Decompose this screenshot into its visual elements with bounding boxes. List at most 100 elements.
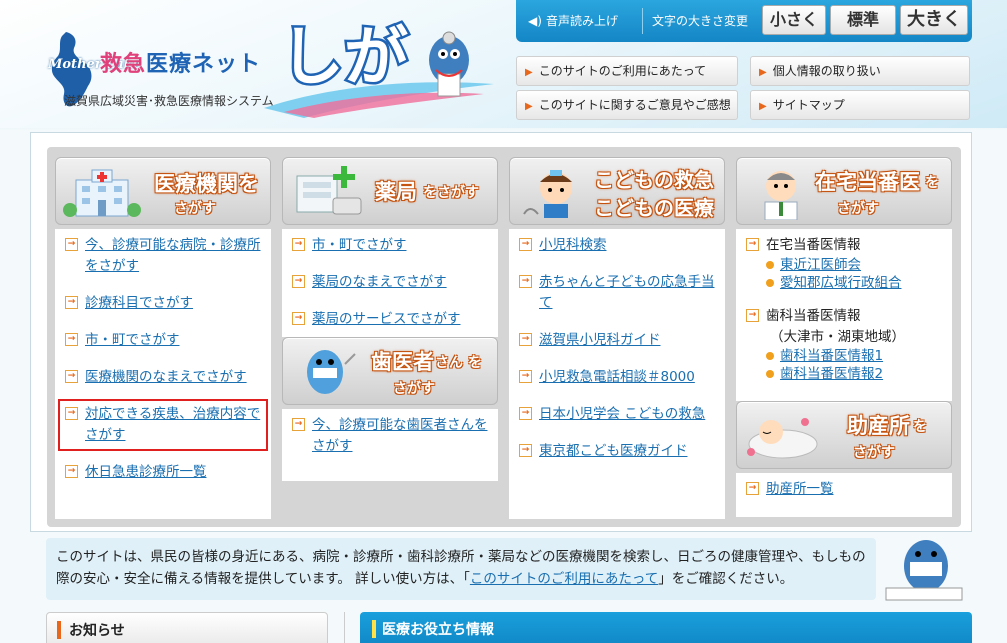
list-item: → 赤ちゃんと子どもの応急手当て xyxy=(517,272,717,314)
list-item: → 小児救急電話相談＃8000 xyxy=(517,367,717,388)
home-duty-title-suffix: を xyxy=(925,175,939,191)
hospital-search-header-button[interactable]: 医療機関を さがす xyxy=(55,157,271,225)
link-jps-child-emergency[interactable]: 日本小児学会 こどもの救急 xyxy=(539,406,705,422)
speak-label: 音声読み上げ xyxy=(546,14,619,28)
pharmacy-medicine-icon xyxy=(296,166,362,215)
speaker-icon: ◀) xyxy=(528,14,542,28)
child-fever-icon xyxy=(523,170,572,218)
arrow-right-icon: ▶ xyxy=(759,101,767,112)
arrow-right-icon: → xyxy=(292,312,305,325)
column-children: こどもの救急 こどもの医療 → 小児科検索 → 赤ちゃんと子どもの応急手当て → 滋賀… xyxy=(509,157,725,519)
dentist-title-sub: さがす xyxy=(393,381,435,397)
link-by-disease[interactable]: 対応できる疾患、治療内容でさがす xyxy=(85,406,260,443)
arrow-right-icon: → xyxy=(519,238,532,251)
list-item: → 今、診療可能な歯医者さんをさがす xyxy=(290,415,490,457)
list-item: 歯科当番医情報2 xyxy=(744,365,944,383)
site-name-part2: 医療ネット xyxy=(146,52,262,77)
site-logo[interactable]: Mother Lake 救急医療ネット しが しが 滋賀県広域災害･救急医療情報… xyxy=(44,8,494,120)
midwife-title-suffix: を xyxy=(913,419,927,435)
font-normal-button[interactable]: 標準 xyxy=(830,5,896,35)
dentist-search-header-button[interactable]: 歯医者 さん を さがす xyxy=(282,337,498,405)
link-dental-duty-1[interactable]: 歯科当番医情報1 xyxy=(780,348,883,364)
arrow-right-icon: → xyxy=(746,238,759,251)
midwife-link-list: → 助産所一覧 xyxy=(736,473,952,517)
list-item: → 市・町でさがす xyxy=(63,330,263,351)
speak-button[interactable]: ◀) 音声読み上げ xyxy=(528,12,618,29)
bullet-icon xyxy=(766,370,774,378)
link-by-name[interactable]: 医療機関のなまえでさがす xyxy=(85,369,247,385)
utility-divider xyxy=(642,8,643,34)
link-site-usage[interactable]: ▶ このサイトのご利用にあたって xyxy=(516,56,738,86)
list-item: → 助産所一覧 xyxy=(744,479,944,500)
link-echi-gun[interactable]: 愛知郡広域行政組合 xyxy=(780,275,902,291)
dentist-title: 歯医者 xyxy=(371,350,434,374)
utility-bar: ◀) 音声読み上げ 文字の大きさ変更 小さく 標準 大きく xyxy=(516,0,972,42)
site-name: 救急医療ネット xyxy=(100,46,261,78)
link-pharmacy-by-city[interactable]: 市・町でさがす xyxy=(312,237,407,253)
arrow-right-icon: → xyxy=(519,333,532,346)
link-pharmacy-by-name[interactable]: 薬局のなまえでさがす xyxy=(312,274,447,290)
font-large-button[interactable]: 大きく xyxy=(900,5,968,35)
link-feedback[interactable]: ▶ このサイトに関するご意見やご感想 xyxy=(516,90,738,120)
dentist-link-list: → 今、診療可能な歯医者さんをさがす xyxy=(282,409,498,481)
link-first-aid[interactable]: 赤ちゃんと子どもの応急手当て xyxy=(539,274,715,311)
pharmacy-title-suffix: をさがす xyxy=(423,185,479,201)
link-privacy[interactable]: ▶ 個人情報の取り扱い xyxy=(750,56,970,86)
midwife-search-header-button[interactable]: 助産所 を さがす xyxy=(736,401,952,469)
arrow-right-icon: ▶ xyxy=(525,101,533,112)
list-item: → 診療科目でさがす xyxy=(63,293,263,314)
logo-shiga: しが xyxy=(280,21,408,95)
link-sitemap[interactable]: ▶ サイトマップ xyxy=(750,90,970,120)
link-site-usage-inline[interactable]: このサイトのご利用にあたって xyxy=(470,571,658,587)
list-item: → 滋賀県小児科ガイド xyxy=(517,330,717,351)
arrow-right-icon: → xyxy=(519,407,532,420)
home-duty-title: 在宅当番医 xyxy=(815,170,920,194)
pharmacy-search-header-button[interactable]: 薬局 をさがす xyxy=(282,157,498,225)
useful-info-title: 医療お役立ち情報 xyxy=(382,622,494,638)
bullet-icon xyxy=(766,261,774,269)
list-item: 東近江医師会 xyxy=(744,256,944,274)
link-midwife-list[interactable]: 助産所一覧 xyxy=(766,481,834,497)
link-by-city[interactable]: 市・町でさがす xyxy=(85,332,180,348)
home-duty-search-header-button[interactable]: 在宅当番医 を さがす xyxy=(736,157,952,225)
link-higashiomi-medical[interactable]: 東近江医師会 xyxy=(780,257,861,273)
link-8000-hotline[interactable]: 小児救急電話相談＃8000 xyxy=(539,369,695,385)
site-subtitle: 滋賀県広域災害･救急医療情報システム xyxy=(64,94,274,108)
site-name-part1: 救急 xyxy=(100,52,147,77)
arrow-right-icon: ▶ xyxy=(525,67,533,78)
children-title-line1: こどもの救急 xyxy=(594,168,714,192)
news-section-header: お知らせ xyxy=(46,612,328,643)
link-holiday-clinics[interactable]: 休日急患診療所一覧 xyxy=(85,464,207,480)
font-size-label: 文字の大きさ変更 xyxy=(652,14,749,28)
home-duty-title-sub: さがす xyxy=(837,201,879,217)
section-marker xyxy=(372,620,376,638)
list-item: → 小児科検索 xyxy=(517,235,717,256)
useful-info-section-header: 医療お役立ち情報 xyxy=(360,612,972,643)
section-marker xyxy=(57,621,61,639)
font-small-button[interactable]: 小さく xyxy=(762,5,826,35)
list-item: 愛知郡広域行政組合 xyxy=(744,274,944,292)
link-dental-duty-2[interactable]: 歯科当番医情報2 xyxy=(780,366,883,382)
list-item: → 日本小児学会 こどもの救急 xyxy=(517,404,717,425)
link-shiga-pediatric-guide[interactable]: 滋賀県小児科ガイド xyxy=(539,332,661,348)
link-by-department[interactable]: 診療科目でさがす xyxy=(85,295,193,311)
link-label: このサイトのご利用にあたって xyxy=(538,64,707,78)
list-item: → 歯科当番医情報 xyxy=(744,306,944,327)
dentist-title-suffix: さん を xyxy=(435,355,482,371)
arrow-right-icon: → xyxy=(65,333,78,346)
link-label: サイトマップ xyxy=(772,98,845,112)
arrow-right-icon: → xyxy=(746,309,759,322)
arrow-right-icon: → xyxy=(65,465,78,478)
column-home-duty: 在宅当番医 を さがす → 在宅当番医情報 東近江医師会 愛知郡広域行政組合 → 歯… xyxy=(736,157,952,517)
link-dentist-available-now[interactable]: 今、診療可能な歯医者さんをさがす xyxy=(312,417,488,454)
description-text-2: 」をご確認ください。 xyxy=(658,571,794,587)
children-title-line2: こどもの医療 xyxy=(594,196,714,220)
bullet-icon xyxy=(766,279,774,287)
children-search-header-button[interactable]: こどもの救急 こどもの医療 xyxy=(509,157,725,225)
link-available-now[interactable]: 今、診療可能な病院・診療所をさがす xyxy=(85,237,261,274)
link-tokyo-child-guide[interactable]: 東京都こども医療ガイド xyxy=(539,443,688,459)
link-pediatrics-search[interactable]: 小児科検索 xyxy=(539,237,607,253)
link-pharmacy-by-service[interactable]: 薬局のサービスでさがす xyxy=(312,311,461,327)
search-grid: 医療機関を さがす → 今、診療可能な病院・診療所をさがす → 診療科目でさがす →… xyxy=(47,147,961,527)
fish-mascot-icon xyxy=(885,540,963,601)
